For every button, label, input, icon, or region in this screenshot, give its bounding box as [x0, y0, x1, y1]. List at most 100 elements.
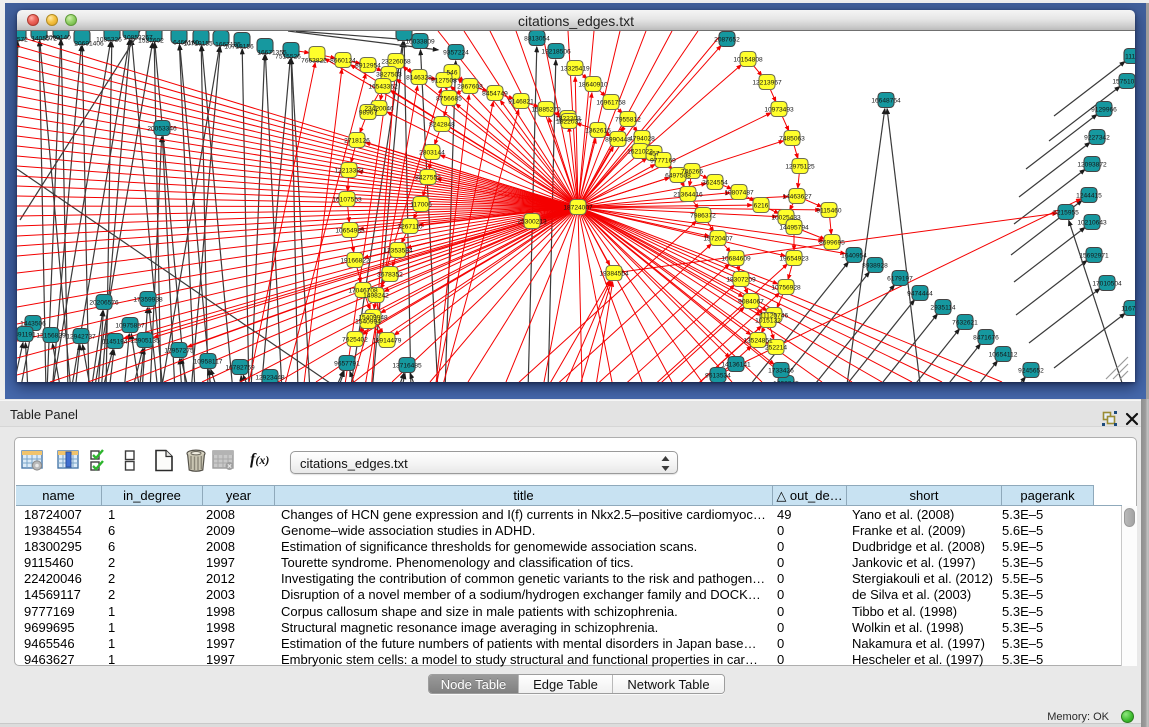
svg-text:12093872: 12093872 — [1077, 161, 1107, 168]
svg-text:1292345: 1292345 — [773, 380, 799, 382]
svg-text:15751074: 15751074 — [1112, 78, 1135, 85]
svg-text:9127508: 9127508 — [431, 77, 457, 84]
svg-text:4794028: 4794028 — [629, 135, 655, 142]
svg-text:9613534: 9613534 — [705, 372, 731, 379]
svg-text:8813054: 8813054 — [524, 35, 550, 42]
svg-text:8471676: 8471676 — [973, 334, 999, 341]
svg-text:8990448: 8990448 — [605, 136, 631, 143]
svg-text:14136141: 14136141 — [721, 361, 751, 368]
svg-text:9657791: 9657791 — [334, 360, 360, 367]
svg-text:15692971: 15692971 — [1079, 252, 1109, 259]
svg-text:9474444: 9474444 — [907, 290, 933, 297]
svg-text:12975125: 12975125 — [785, 163, 815, 170]
svg-text:19218506: 19218506 — [541, 48, 571, 55]
svg-text:391191: 391191 — [17, 331, 36, 338]
svg-text:9777169: 9777169 — [650, 157, 676, 164]
svg-text:10719156: 10719156 — [224, 44, 254, 51]
svg-text:16648764: 16648764 — [871, 97, 901, 104]
svg-text:1145194: 1145194 — [102, 338, 128, 345]
svg-text:12905135: 12905135 — [130, 337, 160, 344]
svg-text:116753: 116753 — [1121, 305, 1135, 312]
svg-text:16107553: 16107553 — [332, 196, 362, 203]
svg-text:1405572: 1405572 — [17, 37, 28, 44]
svg-text:8756685: 8756685 — [436, 95, 462, 102]
svg-text:9115460: 9115460 — [816, 207, 842, 214]
svg-text:2718126: 2718126 — [344, 137, 370, 144]
svg-text:2803144: 2803144 — [419, 149, 445, 156]
svg-text:10958117: 10958117 — [194, 358, 223, 365]
svg-text:1527602: 1527602 — [138, 38, 164, 45]
svg-text:17957275: 17957275 — [164, 347, 194, 354]
svg-text:2935114: 2935114 — [930, 304, 956, 311]
svg-text:10807487: 10807487 — [724, 189, 754, 196]
svg-text:1015132: 1015132 — [755, 317, 781, 324]
svg-text:10756928: 10756928 — [771, 284, 801, 291]
svg-text:13716485: 13716485 — [392, 362, 422, 369]
svg-text:23226058: 23226058 — [381, 58, 411, 65]
svg-text:546: 546 — [446, 69, 457, 76]
svg-text:7955812: 7955812 — [615, 116, 641, 123]
svg-text:9129966: 9129966 — [1091, 106, 1117, 113]
svg-text:3678352: 3678352 — [377, 271, 403, 278]
svg-text:13325419: 13325419 — [560, 65, 590, 72]
svg-text:18640910: 18640910 — [578, 81, 608, 88]
svg-text:1498242: 1498242 — [363, 292, 389, 299]
svg-text:2087652: 2087652 — [714, 36, 740, 43]
svg-text:8912954: 8912954 — [355, 62, 381, 69]
svg-text:16033809: 16033809 — [405, 38, 435, 45]
svg-text:1733426: 1733426 — [768, 367, 794, 374]
svg-text:6179197: 6179197 — [887, 275, 913, 282]
svg-text:7632621: 7632621 — [952, 319, 978, 326]
svg-text:20053346: 20053346 — [147, 125, 177, 132]
svg-text:10719155: 10719155 — [183, 41, 213, 48]
svg-text:1244415: 1244415 — [1076, 192, 1102, 199]
svg-text:18724007: 18724007 — [563, 204, 593, 211]
svg-text:15885270: 15885270 — [531, 106, 561, 113]
svg-text:10210643: 10210643 — [1077, 219, 1107, 226]
svg-text:8660124: 8660124 — [330, 57, 356, 64]
svg-text:12213967: 12213967 — [752, 79, 782, 86]
svg-text:12942737: 12942737 — [66, 333, 96, 340]
svg-text:457: 457 — [648, 150, 659, 157]
svg-text:9146821: 9146821 — [508, 98, 534, 105]
svg-text:8146328: 8146328 — [406, 74, 432, 81]
svg-text:7986372: 7986372 — [690, 212, 716, 219]
svg-text:7485063: 7485063 — [779, 135, 805, 142]
svg-text:9084067: 9084067 — [738, 298, 764, 305]
svg-text:8938928: 8938928 — [862, 262, 888, 269]
svg-text:12353584: 12353584 — [383, 247, 413, 254]
svg-text:20206576: 20206576 — [89, 299, 119, 306]
svg-text:3624554: 3624554 — [702, 179, 728, 186]
svg-text:1540994: 1540994 — [355, 318, 381, 325]
svg-text:7663822: 7663822 — [301, 58, 327, 65]
svg-text:9227342: 9227342 — [1084, 134, 1110, 141]
svg-text:10684609: 10684609 — [721, 255, 751, 262]
svg-text:18307209: 18307209 — [726, 276, 756, 283]
svg-text:19166822: 19166822 — [340, 257, 370, 264]
svg-text:7625402: 7625402 — [342, 336, 368, 343]
svg-text:1443506: 1443506 — [20, 320, 46, 327]
svg-text:1362615: 1362615 — [585, 127, 611, 134]
svg-text:19384554: 19384554 — [599, 270, 629, 277]
svg-text:5215955: 5215955 — [1053, 209, 1079, 216]
svg-text:12213383: 12213383 — [334, 167, 364, 174]
svg-text:16543362: 16543362 — [368, 83, 398, 90]
svg-text:8454749: 8454749 — [482, 90, 508, 97]
svg-text:6216: 6216 — [754, 202, 769, 209]
svg-text:1085326: 1085326 — [96, 37, 122, 44]
svg-text:10154808: 10154808 — [733, 56, 763, 63]
svg-text:9245652: 9245652 — [1018, 367, 1044, 374]
svg-text:1822037: 1822037 — [556, 118, 582, 125]
svg-text:10654112: 10654112 — [989, 351, 1018, 358]
svg-text:9357224: 9357224 — [443, 49, 469, 56]
svg-text:17010504: 17010504 — [1092, 280, 1122, 287]
svg-text:10654985: 10654985 — [335, 227, 365, 234]
svg-text:15720407: 15720407 — [703, 235, 733, 242]
svg-text:8699695: 8699695 — [819, 239, 845, 246]
svg-text:252214: 252214 — [765, 344, 787, 351]
svg-text:11914479: 11914479 — [373, 337, 402, 344]
svg-text:8242848: 8242848 — [429, 121, 455, 128]
svg-text:117006: 117006 — [410, 201, 432, 208]
svg-text:2069140: 2069140 — [45, 35, 71, 42]
svg-text:10973493: 10973493 — [764, 106, 794, 113]
